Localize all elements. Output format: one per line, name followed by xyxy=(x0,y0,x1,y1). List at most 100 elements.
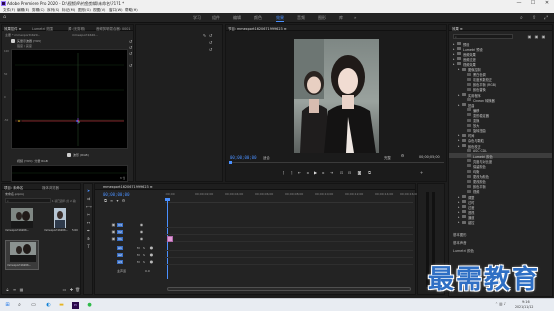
lane-v1[interactable] xyxy=(165,236,413,242)
tab-sequence[interactable]: mmexport1620671999623 ≡ xyxy=(103,185,153,189)
selection-tool-icon[interactable]: ➤ xyxy=(86,188,91,193)
workspace-more[interactable]: » xyxy=(354,15,356,20)
reset-icon[interactable]: ↺ xyxy=(208,40,213,45)
step-forward-icon[interactable]: ▸ xyxy=(321,170,326,175)
snap-icon[interactable]: ⧉ xyxy=(103,198,108,203)
chevron-right-icon[interactable]: ▸ xyxy=(458,205,460,209)
minimize-button[interactable]: — xyxy=(512,0,526,7)
lock-icon[interactable]: ▣ xyxy=(111,236,116,241)
icon-view-icon[interactable]: ▦ xyxy=(19,287,24,292)
mark-in-icon[interactable]: ⌈ xyxy=(281,170,286,175)
folder-icon[interactable]: ▬ xyxy=(58,302,65,309)
mute-button[interactable]: M xyxy=(137,246,140,250)
quality-dropdown[interactable]: 完整 xyxy=(384,155,391,160)
section-essential-sound[interactable]: 基本声音 xyxy=(453,240,467,245)
pen-tool-icon[interactable]: ✒ xyxy=(86,228,91,233)
wrench-icon[interactable]: ⚙ xyxy=(400,153,405,158)
timeline-zoom-scrollbar[interactable] xyxy=(167,287,411,291)
solo-button[interactable]: S xyxy=(143,260,145,264)
camera-icon[interactable]: ◙ xyxy=(357,170,362,175)
go-to-out-icon[interactable]: ⇥ xyxy=(329,170,334,175)
section-essential-graphics[interactable]: 基本图形 xyxy=(453,232,467,237)
tab-audio-mixer[interactable]: 音频剪辑混合器: 0001 xyxy=(96,26,131,31)
program-mini-timeline[interactable] xyxy=(230,162,444,165)
track-select-icon[interactable]: ⇉ xyxy=(86,196,91,201)
taskview-icon[interactable]: ▭ xyxy=(30,302,37,309)
program-timecode-in[interactable]: 00;00;00;00 xyxy=(230,155,257,160)
master-track-value[interactable]: 0.0 xyxy=(145,269,150,273)
chevron-right-icon[interactable]: ▸ xyxy=(453,47,455,51)
lane-v3[interactable] xyxy=(165,222,413,228)
insert-icon[interactable]: ⊡ xyxy=(339,170,344,175)
lane-a2[interactable] xyxy=(165,252,413,258)
search-icon[interactable]: ⌕ xyxy=(16,302,23,309)
project-search-input[interactable]: ⌕ xyxy=(5,198,51,203)
workspace-tab-edit[interactable]: 编辑 xyxy=(233,15,241,21)
chevron-right-icon[interactable]: ▸ xyxy=(458,103,460,107)
list-view-icon[interactable]: ≡ xyxy=(12,287,17,292)
ripple-edit-icon[interactable]: ⟷ xyxy=(86,204,92,209)
timeline-timecode[interactable]: 00;00;00;00 xyxy=(103,192,130,197)
hand-tool-icon[interactable]: ✋︎ xyxy=(86,236,91,241)
eye-icon[interactable]: ◉ xyxy=(139,222,144,227)
chevron-right-icon[interactable]: ▸ xyxy=(453,62,455,66)
search-icon[interactable]: ⌕ xyxy=(520,15,523,21)
project-item-selected[interactable]: mmexport16206... xyxy=(5,240,39,270)
type-tool-icon[interactable]: T xyxy=(86,244,91,249)
chevron-right-icon[interactable]: ▸ xyxy=(458,195,460,199)
step-back-icon[interactable]: ◂ xyxy=(305,170,310,175)
reset-icon[interactable]: ↺ xyxy=(128,63,133,68)
chevron-right-icon[interactable]: ▸ xyxy=(458,210,460,214)
solo-button[interactable]: S xyxy=(143,246,145,250)
settings-wrench-icon[interactable]: ⚙ xyxy=(121,198,126,203)
32bit-filter-icon[interactable]: ▣ xyxy=(534,34,539,39)
yuv-filter-icon[interactable]: ▣ xyxy=(541,34,546,39)
lock-icon[interactable]: ▣ xyxy=(111,229,116,234)
mute-button[interactable]: M xyxy=(137,253,140,257)
track-a2[interactable]: A2 M S ● xyxy=(109,252,163,258)
effects-tree-item[interactable]: ▸ 键控 xyxy=(449,220,552,225)
add-button-icon[interactable]: + xyxy=(419,170,424,175)
project-item[interactable]: mmexport16206... 5:00 xyxy=(44,208,78,236)
effects-search-input[interactable]: ⌕ xyxy=(453,34,513,39)
new-bin-icon[interactable]: ▭ xyxy=(62,287,67,292)
mute-button[interactable]: M xyxy=(137,260,140,264)
tab-media-browser[interactable]: 媒体浏览器 xyxy=(42,185,59,190)
reset-icon[interactable]: ↺ xyxy=(208,47,213,52)
lock-icon[interactable]: 🔒︎ xyxy=(5,287,10,292)
dropper-icon[interactable]: ✎ xyxy=(202,33,207,38)
delete-icon[interactable]: 🗑︎ xyxy=(75,287,80,292)
chevron-right-icon[interactable]: ▸ xyxy=(458,215,460,219)
reset-icon[interactable]: ↺ xyxy=(208,33,213,38)
chevron-right-icon[interactable]: ▸ xyxy=(453,42,455,46)
track-v1[interactable]: V1 ▣ ◉ xyxy=(109,236,163,242)
tab-effect-controls[interactable]: 效果控件 ≡ xyxy=(4,26,21,31)
section-lumetri-color[interactable]: Lumetri 颜色 xyxy=(453,248,474,253)
add-marker-icon[interactable]: ▾ xyxy=(115,198,120,203)
tab-source[interactable]: 源 (无剪辑) xyxy=(68,26,85,31)
slip-tool-icon[interactable]: ↔ xyxy=(86,220,91,225)
project-item[interactable]: mmexport16206... xyxy=(5,208,39,236)
timeline-ruler[interactable]: :00;00 00;00;02;00 00;00;04;00 00;00;06;… xyxy=(165,192,418,203)
lane-a3[interactable] xyxy=(165,259,413,265)
effects-title[interactable]: 效果 ≡ xyxy=(452,26,463,31)
workspace-tab-color[interactable]: 颜色 xyxy=(254,15,262,21)
video-clip[interactable] xyxy=(167,236,173,242)
scope1-checkbox[interactable] xyxy=(11,39,15,43)
chevron-right-icon[interactable]: ▸ xyxy=(458,220,460,224)
workspace-tab-libraries[interactable]: 库 xyxy=(339,15,343,21)
razor-tool-icon[interactable]: ✂ xyxy=(86,212,91,217)
close-button[interactable]: ✕ xyxy=(540,0,554,7)
lane-v2[interactable] xyxy=(165,229,413,235)
share-icon[interactable]: ⇪ xyxy=(532,15,536,21)
tab-project[interactable]: 项目: 未命名 xyxy=(4,185,23,190)
play-icon[interactable]: ▶ xyxy=(313,170,318,175)
playhead-head[interactable] xyxy=(165,198,170,201)
new-item-icon[interactable]: ✚ xyxy=(69,287,74,292)
go-to-in-icon[interactable]: ⇤ xyxy=(297,170,302,175)
chevron-right-icon[interactable]: ▸ xyxy=(458,93,460,97)
track-v2[interactable]: V2 ▣ ◉ xyxy=(109,229,163,235)
chevron-right-icon[interactable]: ▸ xyxy=(453,52,455,56)
scrollbar-thumb[interactable] xyxy=(167,287,411,291)
workspace-tab-assembly[interactable]: 组件 xyxy=(212,15,220,21)
